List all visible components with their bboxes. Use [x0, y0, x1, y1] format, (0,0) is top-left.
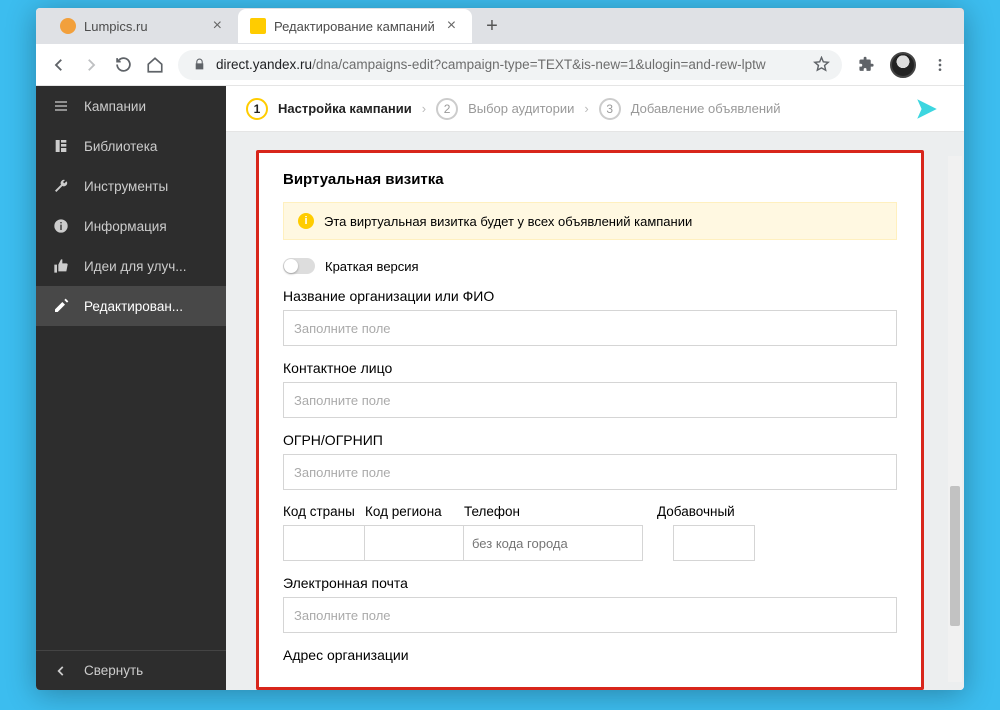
ogrn-label: ОГРН/ОГРНИП — [283, 432, 897, 448]
tab-lumpics[interactable]: Lumpics.ru × — [48, 9, 238, 43]
reload-button[interactable] — [114, 56, 132, 73]
chevron-right-icon: › — [422, 101, 426, 116]
notice-banner: i Эта виртуальная визитка будет у всех о… — [283, 202, 897, 240]
step-1-label: Настройка кампании — [278, 101, 412, 116]
star-icon[interactable] — [812, 56, 830, 73]
phone-input[interactable] — [463, 525, 643, 561]
pencil-icon — [52, 298, 70, 314]
address-label: Адрес организации — [283, 647, 897, 663]
list-icon — [52, 98, 70, 114]
sidebar-item-label: Кампании — [84, 99, 146, 114]
phone-label: Телефон — [464, 504, 643, 519]
email-input[interactable] — [283, 597, 897, 633]
sidebar-collapse[interactable]: Свернуть — [36, 650, 226, 690]
url-text: direct.yandex.ru/dna/campaigns-edit?camp… — [216, 57, 766, 72]
chevron-right-icon: › — [584, 101, 588, 116]
phone-ext-input[interactable] — [673, 525, 755, 561]
tab-campaigns-edit[interactable]: Редактирование кампаний × — [238, 9, 472, 43]
steps-bar: 1 Настройка кампании › 2 Выбор аудитории… — [226, 86, 964, 132]
sidebar-item-library[interactable]: Библиотека — [36, 126, 226, 166]
sidebar-item-label: Редактирован... — [84, 299, 183, 314]
email-label: Электронная почта — [283, 575, 897, 591]
org-name-label: Название организации или ФИО — [283, 288, 897, 304]
notice-text: Эта виртуальная визитка будет у всех объ… — [324, 214, 692, 229]
menu-icon[interactable] — [930, 55, 950, 75]
step-3-label[interactable]: Добавление объявлений — [631, 101, 781, 116]
sidebar-item-ideas[interactable]: Идеи для улуч... — [36, 246, 226, 286]
info-icon — [52, 218, 70, 234]
back-button[interactable] — [50, 56, 68, 74]
home-button[interactable] — [146, 56, 164, 74]
phone-country-label: Код страны — [283, 504, 365, 519]
sidebar-item-campaigns[interactable]: Кампании — [36, 86, 226, 126]
lock-icon — [190, 58, 208, 71]
card-title: Виртуальная визитка — [283, 171, 897, 188]
contact-label: Контактное лицо — [283, 360, 897, 376]
sidebar: Кампании Библиотека Инструменты Информац… — [36, 86, 226, 690]
wrench-icon — [52, 178, 70, 194]
address-bar: direct.yandex.ru/dna/campaigns-edit?camp… — [36, 44, 964, 86]
tab-title: Lumpics.ru — [84, 19, 148, 34]
profile-avatar[interactable] — [890, 52, 916, 78]
tab-close-icon[interactable]: × — [209, 17, 226, 35]
org-name-input[interactable] — [283, 310, 897, 346]
scrollbar-thumb[interactable] — [950, 486, 960, 626]
short-version-toggle[interactable] — [283, 258, 315, 274]
step-2-label[interactable]: Выбор аудитории — [468, 101, 574, 116]
sidebar-item-label: Идеи для улуч... — [84, 259, 187, 274]
ogrn-input[interactable] — [283, 454, 897, 490]
tab-strip: Lumpics.ru × Редактирование кампаний × + — [36, 8, 964, 44]
sidebar-item-edit[interactable]: Редактирован... — [36, 286, 226, 326]
short-version-label: Краткая версия — [325, 259, 419, 274]
thumb-icon — [52, 258, 70, 274]
scrollbar[interactable] — [948, 156, 962, 682]
extension-icon[interactable] — [856, 55, 876, 75]
contact-input[interactable] — [283, 382, 897, 418]
new-tab-button[interactable]: + — [478, 15, 506, 38]
favicon-icon — [60, 18, 76, 34]
send-button[interactable] — [910, 92, 944, 126]
url-bar[interactable]: direct.yandex.ru/dna/campaigns-edit?camp… — [178, 50, 842, 80]
tab-title: Редактирование кампаний — [274, 19, 435, 34]
sidebar-item-info[interactable]: Информация — [36, 206, 226, 246]
step-1-num: 1 — [246, 98, 268, 120]
sidebar-item-label: Инструменты — [84, 179, 168, 194]
step-3-num: 3 — [599, 98, 621, 120]
book-icon — [52, 138, 70, 154]
sidebar-collapse-label: Свернуть — [84, 663, 143, 678]
phone-country-input[interactable] — [283, 525, 365, 561]
chevron-left-icon — [52, 664, 70, 678]
info-icon: i — [298, 213, 314, 229]
phone-ext-label: Добавочный — [657, 504, 755, 519]
phone-region-input[interactable] — [364, 525, 464, 561]
favicon-icon — [250, 18, 266, 34]
forward-button[interactable] — [82, 56, 100, 74]
sidebar-item-label: Библиотека — [84, 139, 157, 154]
phone-region-label: Код региона — [365, 504, 464, 519]
sidebar-item-tools[interactable]: Инструменты — [36, 166, 226, 206]
tab-close-icon[interactable]: × — [443, 17, 460, 35]
sidebar-item-label: Информация — [84, 219, 167, 234]
step-2-num: 2 — [436, 98, 458, 120]
virtual-card-form: Виртуальная визитка i Эта виртуальная ви… — [256, 150, 924, 690]
